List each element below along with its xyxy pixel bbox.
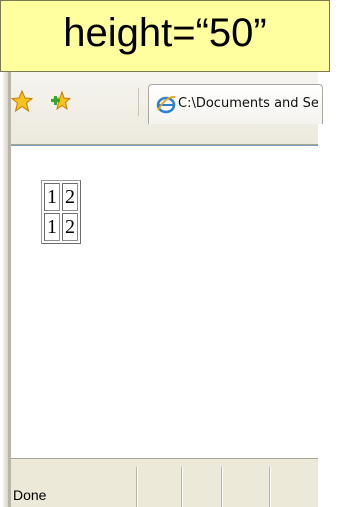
tab-title: C:\Documents and Settings [178,96,318,111]
status-pane-divider [269,467,270,507]
table-cell: 2 [62,213,78,241]
add-favorites-icon[interactable] [49,90,72,112]
demo-table: 1 2 1 2 [41,180,81,244]
page-content: 1 2 1 2 [11,145,318,459]
status-pane-divider [181,467,182,507]
toolbar-divider [138,88,139,116]
star-icon[interactable] [10,89,34,113]
tab-toolbar: C:\Documents and Settings [10,62,323,145]
table-cell: 2 [62,183,78,211]
annotation-callout: height=“50” [0,0,330,72]
table-row: 1 2 [44,213,78,241]
ie-page-icon [156,94,176,114]
status-text: Done [13,487,47,503]
annotation-text: height=“50” [63,11,267,55]
status-pane-divider [136,467,137,507]
table-row: 1 2 [44,183,78,211]
status-bar: Done [11,458,318,507]
status-pane-divider [221,467,222,507]
browser-tab[interactable]: C:\Documents and Settings [148,84,323,124]
table-cell: 1 [44,213,60,241]
browser-window: C:\Documents and Settings 1 2 1 2 Done [3,62,323,507]
table-cell: 1 [44,183,60,211]
